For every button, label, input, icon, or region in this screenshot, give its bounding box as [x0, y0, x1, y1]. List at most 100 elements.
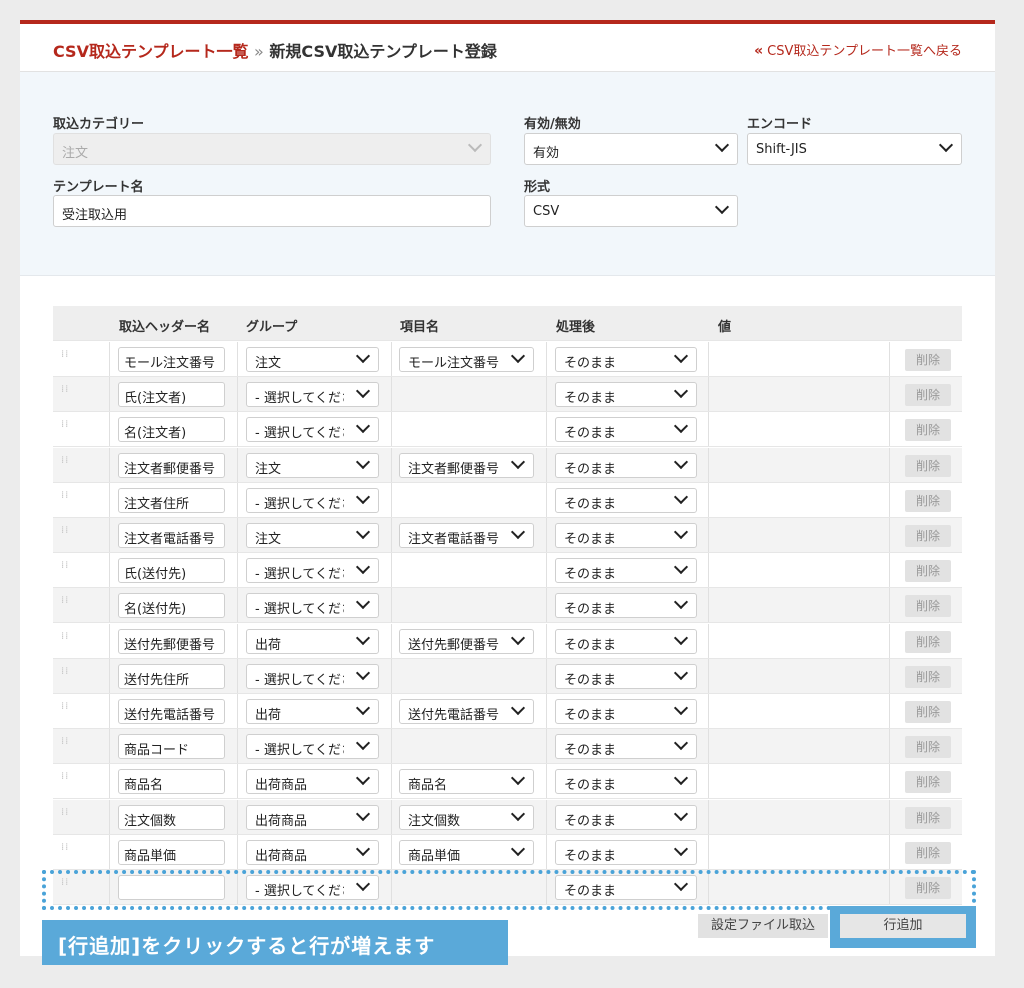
group-select[interactable]: - 選択してください	[246, 593, 379, 619]
after-select[interactable]: そのまま	[555, 699, 697, 724]
enabled-select[interactable]: 有効	[524, 133, 738, 165]
delete-row-button[interactable]: 削除	[905, 349, 951, 371]
after-select[interactable]: そのまま	[555, 452, 697, 478]
group-select[interactable]: - 選択してください	[246, 417, 379, 443]
delete-row-button[interactable]: 削除	[905, 841, 951, 864]
header-name-input[interactable]: 送付先住所	[118, 663, 225, 689]
group-select[interactable]: - 選択してください	[246, 382, 379, 408]
after-select[interactable]: そのまま	[555, 382, 697, 408]
after-select[interactable]: そのまま	[555, 487, 697, 513]
header-name-input[interactable]: 送付先電話番号	[118, 699, 225, 724]
drag-handle-icon[interactable]: ⁞⁞	[61, 455, 69, 471]
header-name-input[interactable]: 名(注文者)	[118, 417, 225, 443]
header-name-input[interactable]: 商品名	[118, 769, 225, 795]
drag-handle-icon[interactable]: ⁞⁞	[61, 737, 69, 752]
template-name-input[interactable]: 受注取込用	[53, 195, 491, 227]
header-name-input[interactable]: 名(送付先)	[118, 593, 225, 619]
format-select[interactable]: CSV	[524, 195, 738, 227]
after-select-value: そのまま	[564, 637, 617, 653]
after-select[interactable]: そのまま	[555, 769, 697, 795]
item-select[interactable]: 送付先郵便番号	[399, 628, 534, 654]
item-select[interactable]: 注文者電話番号	[399, 523, 534, 548]
column-divider	[391, 729, 392, 764]
header-name-input[interactable]: 商品単価	[118, 839, 225, 865]
after-select[interactable]: そのまま	[555, 804, 697, 830]
delete-row-button[interactable]: 削除	[905, 771, 951, 794]
after-select[interactable]: そのまま	[555, 839, 697, 865]
group-select[interactable]: - 選択してください	[246, 558, 379, 584]
drag-handle-icon[interactable]: ⁞⁞	[61, 420, 69, 435]
header-name-input[interactable]: 注文個数	[118, 804, 225, 830]
header-name-input[interactable]: モール注文番号	[118, 347, 225, 372]
delete-row-button[interactable]: 削除	[905, 595, 951, 618]
drag-handle-icon[interactable]: ⁞⁞	[61, 561, 69, 576]
after-select[interactable]: そのまま	[555, 663, 697, 689]
group-select[interactable]: 注文	[246, 452, 379, 478]
add-row-button[interactable]: 行追加	[840, 914, 966, 938]
group-select[interactable]: 出荷	[246, 628, 379, 654]
group-select[interactable]: 出荷商品	[246, 839, 379, 865]
encode-select[interactable]: Shift-JIS	[747, 133, 962, 165]
group-select[interactable]: - 選択してください	[246, 487, 379, 513]
group-select[interactable]: 出荷	[246, 699, 379, 724]
item-select[interactable]: 注文者郵便番号	[399, 452, 534, 478]
after-select[interactable]: そのまま	[555, 593, 697, 619]
column-divider	[889, 518, 890, 552]
import-settings-button[interactable]: 設定ファイル取込	[698, 914, 828, 938]
drag-handle-icon[interactable]: ⁞⁞	[61, 526, 69, 541]
column-divider	[708, 553, 709, 588]
group-select[interactable]: 出荷商品	[246, 804, 379, 830]
drag-handle-icon[interactable]: ⁞⁞	[61, 772, 69, 787]
after-select[interactable]: そのまま	[555, 734, 697, 760]
drag-handle-icon[interactable]: ⁞⁞	[61, 807, 69, 823]
after-select[interactable]: そのまま	[555, 523, 697, 548]
drag-handle-icon[interactable]: ⁞⁞	[61, 631, 69, 647]
drag-handle-icon[interactable]: ⁞⁞	[61, 385, 69, 400]
delete-row-button[interactable]: 削除	[905, 665, 951, 688]
back-to-list-link[interactable]: «CSV取込テンプレート一覧へ戻る	[754, 40, 962, 59]
delete-row-button[interactable]: 削除	[905, 560, 951, 583]
header-name-input[interactable]: 注文者住所	[118, 487, 225, 513]
drag-handle-icon[interactable]: ⁞⁞	[61, 490, 69, 506]
delete-row-button[interactable]: 削除	[905, 384, 951, 407]
item-select[interactable]: 送付先電話番号	[399, 699, 534, 724]
group-select[interactable]: 注文	[246, 347, 379, 372]
delete-row-button[interactable]: 削除	[905, 701, 951, 723]
column-divider	[546, 588, 547, 623]
drag-handle-icon[interactable]: ⁞⁞	[61, 842, 69, 858]
group-select[interactable]: 出荷商品	[246, 769, 379, 795]
delete-row-button[interactable]: 削除	[905, 736, 951, 759]
after-select[interactable]: そのまま	[555, 628, 697, 654]
header-name-input[interactable]: 氏(送付先)	[118, 558, 225, 584]
header-name-input[interactable]: 商品コード	[118, 734, 225, 760]
delete-row-button[interactable]: 削除	[905, 630, 951, 653]
chevron-down-icon	[938, 137, 954, 153]
drag-handle-icon[interactable]: ⁞⁞	[61, 702, 69, 717]
breadcrumb-parent-link[interactable]: CSV取込テンプレート一覧	[53, 42, 248, 61]
header-name-input[interactable]: 氏(注文者)	[118, 382, 225, 408]
item-select[interactable]: 商品単価	[399, 839, 534, 865]
group-select[interactable]: 注文	[246, 523, 379, 548]
drag-handle-icon[interactable]: ⁞⁞	[61, 596, 69, 611]
item-select[interactable]: 注文個数	[399, 804, 534, 830]
after-select[interactable]: そのまま	[555, 347, 697, 372]
column-divider	[237, 412, 238, 447]
column-divider	[546, 694, 547, 728]
delete-row-button[interactable]: 削除	[905, 489, 951, 512]
after-select[interactable]: そのまま	[555, 417, 697, 443]
header-name-input[interactable]: 注文者電話番号	[118, 523, 225, 548]
group-select[interactable]: - 選択してください	[246, 663, 379, 689]
delete-row-button[interactable]: 削除	[905, 806, 951, 829]
delete-row-button[interactable]: 削除	[905, 525, 951, 547]
header-name-input[interactable]: 注文者郵便番号	[118, 452, 225, 478]
group-select[interactable]: - 選択してください	[246, 734, 379, 760]
delete-row-button[interactable]: 削除	[905, 454, 951, 477]
item-select[interactable]: 商品名	[399, 769, 534, 795]
header-name-input[interactable]: 送付先郵便番号	[118, 628, 225, 654]
drag-handle-icon[interactable]: ⁞⁞	[61, 666, 69, 682]
delete-row-button[interactable]: 削除	[905, 419, 951, 442]
page-title: 新規CSV取込テンプレート登録	[269, 42, 497, 61]
after-select[interactable]: そのまま	[555, 558, 697, 584]
item-select[interactable]: モール注文番号	[399, 347, 534, 372]
drag-handle-icon[interactable]: ⁞⁞	[61, 350, 69, 365]
